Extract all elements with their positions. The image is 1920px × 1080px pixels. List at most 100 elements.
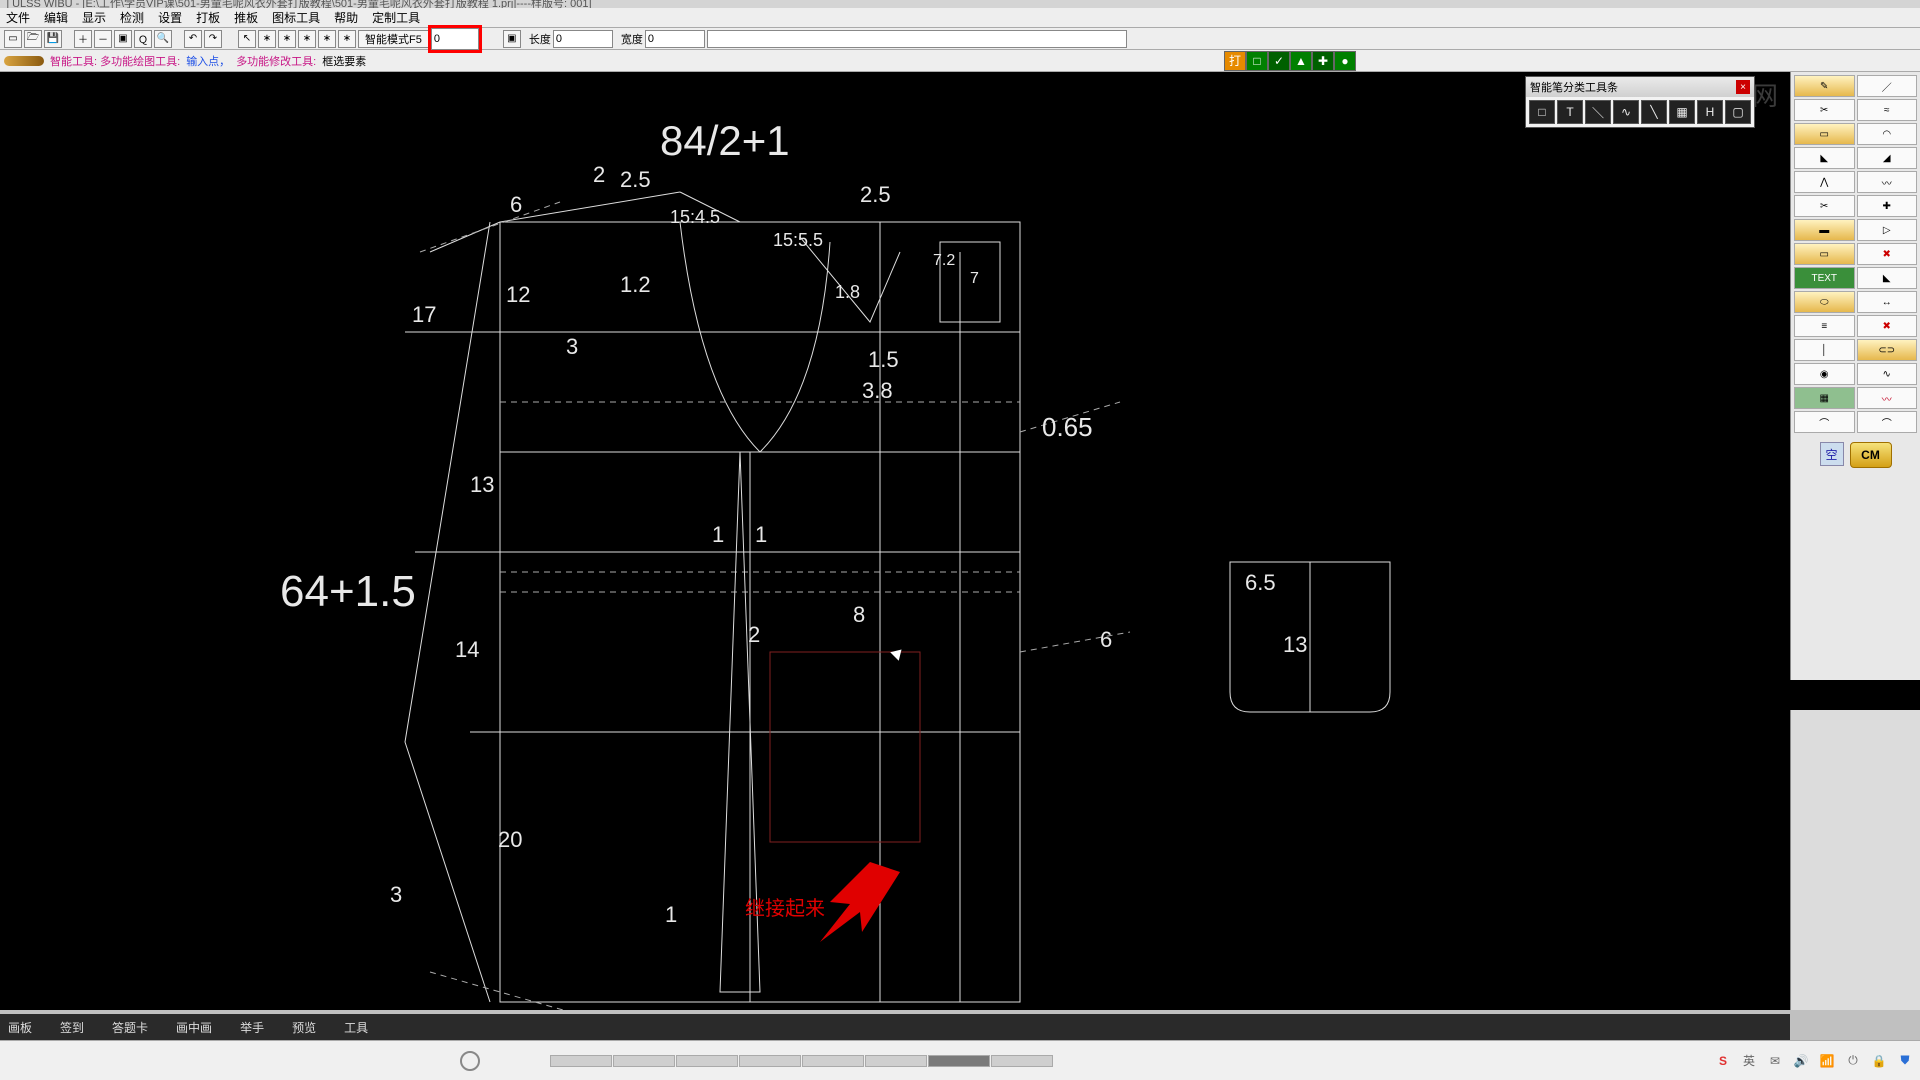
rtool-wedge-icon[interactable]: ◣ <box>1794 147 1855 169</box>
tray-power-icon[interactable]: ⏻ <box>1844 1052 1862 1070</box>
toggle-6[interactable]: ● <box>1334 51 1356 71</box>
undo-icon[interactable]: ↶ <box>184 30 202 48</box>
info-field[interactable] <box>707 30 1127 48</box>
sb-preview[interactable]: 预览 <box>292 1019 316 1036</box>
menu-grade[interactable]: 推板 <box>234 9 258 26</box>
smart-value-input[interactable] <box>431 28 479 50</box>
sp-grid-icon[interactable]: ▦ <box>1669 100 1695 124</box>
rtool-arc-icon[interactable]: ◠ <box>1857 123 1918 145</box>
pointer-icon[interactable]: ↖ <box>238 30 256 48</box>
sp-curve-icon[interactable]: ∿ <box>1613 100 1639 124</box>
toggle-5[interactable]: ✚ <box>1312 51 1334 71</box>
tray-mail-icon[interactable]: ✉ <box>1766 1052 1784 1070</box>
tray-volume-icon[interactable]: 🔊 <box>1792 1052 1810 1070</box>
tray-ime-icon[interactable]: 英 <box>1740 1052 1758 1070</box>
length-input[interactable] <box>553 30 613 48</box>
menu-check[interactable]: 检测 <box>120 9 144 26</box>
snap3-icon[interactable]: ∗ <box>298 30 316 48</box>
zoom-icon[interactable]: 🔍 <box>154 30 172 48</box>
rtool-wedge2-icon[interactable]: ◢ <box>1857 147 1918 169</box>
input-point-link[interactable]: 输入点， <box>186 53 230 69</box>
toggle-4[interactable]: ▲ <box>1290 51 1312 71</box>
rtool-mark-icon[interactable]: ✚ <box>1857 195 1918 217</box>
sp-h-icon[interactable]: H <box>1697 100 1723 124</box>
rtool-mirror-icon[interactable]: ≡ <box>1794 315 1855 337</box>
rtool-line-icon[interactable]: ／ <box>1857 75 1918 97</box>
smart-pen-toolbar[interactable]: 智能笔分类工具条 × □ T ＼ ∿ ╲ ▦ H ▢ <box>1525 76 1755 128</box>
sb-quiz[interactable]: 答题卡 <box>112 1019 148 1036</box>
menu-icons[interactable]: 图标工具 <box>272 9 320 26</box>
redo-icon[interactable]: ↷ <box>204 30 222 48</box>
sp-line-icon[interactable]: ＼ <box>1585 100 1611 124</box>
save-icon[interactable]: 💾 <box>44 30 62 48</box>
rtool-arc3-icon[interactable]: ⌒ <box>1857 411 1918 433</box>
tray-lock-icon[interactable]: 🔒 <box>1870 1052 1888 1070</box>
menu-help[interactable]: 帮助 <box>334 9 358 26</box>
unit-toggle-icon[interactable]: 空 <box>1820 442 1844 466</box>
snap1-icon[interactable]: ∗ <box>258 30 276 48</box>
tray-shield-icon[interactable]: ⛊ <box>1896 1052 1914 1070</box>
unit-cm-button[interactable]: CM <box>1850 442 1892 468</box>
rtool-shape-icon[interactable]: ⬭ <box>1794 291 1855 313</box>
sb-raise[interactable]: 举手 <box>240 1019 264 1036</box>
rtool-notch-icon[interactable]: ▷ <box>1857 219 1918 241</box>
canvas[interactable]: 虎课网 <box>0 72 1790 1010</box>
rtool-join-icon[interactable]: ⊂⊃ <box>1857 339 1918 361</box>
zoom-in-icon[interactable]: ＋ <box>74 30 92 48</box>
menu-custom[interactable]: 定制工具 <box>372 9 420 26</box>
toggle-3[interactable]: ✓ <box>1268 51 1290 71</box>
rtool-needle-icon[interactable]: │ <box>1794 339 1855 361</box>
smart-tool-link[interactable]: 智能工具: 多功能绘图工具: <box>50 53 180 69</box>
menu-file[interactable]: 文件 <box>6 9 30 26</box>
rtool-x-icon[interactable]: ✖ <box>1857 243 1918 265</box>
progress-blocks[interactable] <box>550 1055 1053 1067</box>
snap4-icon[interactable]: ∗ <box>318 30 336 48</box>
snap2-icon[interactable]: ∗ <box>278 30 296 48</box>
tray-wifi-icon[interactable]: 📶 <box>1818 1052 1836 1070</box>
sb-signin[interactable]: 签到 <box>60 1019 84 1036</box>
toggle-1[interactable]: 打 <box>1224 51 1246 71</box>
refresh-icon[interactable]: Ｑ <box>134 30 152 48</box>
sp-box-icon[interactable]: ▢ <box>1725 100 1751 124</box>
rtool-dot-icon[interactable]: ◉ <box>1794 363 1855 385</box>
fit-icon[interactable]: ▣ <box>114 30 132 48</box>
rtool-grain-icon[interactable]: ↔ <box>1857 291 1918 313</box>
edit-tool-link[interactable]: 多功能修改工具: <box>236 53 316 69</box>
rtool-grid-icon[interactable]: ▦ <box>1794 387 1855 409</box>
sp-zig-icon[interactable]: ╲ <box>1641 100 1667 124</box>
rtool-red-icon[interactable]: 〰 <box>1857 387 1918 409</box>
menu-edit[interactable]: 编辑 <box>44 9 68 26</box>
rtool-scissors-icon[interactable]: ✂ <box>1794 99 1855 121</box>
rtool-compass-icon[interactable]: ⋀ <box>1794 171 1855 193</box>
close-icon[interactable]: × <box>1736 80 1750 94</box>
rtool-text-icon[interactable]: TEXT <box>1794 267 1855 289</box>
sp-text-icon[interactable]: T <box>1557 100 1583 124</box>
width-input[interactable] <box>645 30 705 48</box>
rtool-curve-icon[interactable]: ≈ <box>1857 99 1918 121</box>
rtool-x2-icon[interactable]: ✖ <box>1857 315 1918 337</box>
sb-tool[interactable]: 工具 <box>344 1019 368 1036</box>
power-icon[interactable] <box>460 1051 480 1071</box>
rtool-ruler-icon[interactable]: ▭ <box>1794 123 1855 145</box>
new-icon[interactable]: ▭ <box>4 30 22 48</box>
toggle-2[interactable]: □ <box>1246 51 1268 71</box>
rtool-flow-icon[interactable]: ∿ <box>1857 363 1918 385</box>
zoom-out-icon[interactable]: － <box>94 30 112 48</box>
menu-show[interactable]: 显示 <box>82 9 106 26</box>
open-icon[interactable]: 🗁 <box>24 30 42 48</box>
rect-tool-icon[interactable]: ▣ <box>503 30 521 48</box>
rtool-arc2-icon[interactable]: ⌒ <box>1794 411 1855 433</box>
tray-sogou-icon[interactable]: S <box>1714 1052 1732 1070</box>
snap5-icon[interactable]: ∗ <box>338 30 356 48</box>
sb-pip[interactable]: 画中画 <box>176 1019 212 1036</box>
rtool-bar-icon[interactable]: ▬ <box>1794 219 1855 241</box>
smart-mode-button[interactable]: 智能模式F5 <box>358 30 429 48</box>
rtool-seam-icon[interactable]: ▭ <box>1794 243 1855 265</box>
menu-settings[interactable]: 设置 <box>158 9 182 26</box>
rtool-tape-icon[interactable]: 〰 <box>1857 171 1918 193</box>
rtool-tri-icon[interactable]: ◣ <box>1857 267 1918 289</box>
sb-board[interactable]: 画板 <box>8 1019 32 1036</box>
sp-rect-icon[interactable]: □ <box>1529 100 1555 124</box>
rtool-cut-icon[interactable]: ✂ <box>1794 195 1855 217</box>
rtool-pencil-icon[interactable]: ✎ <box>1794 75 1855 97</box>
